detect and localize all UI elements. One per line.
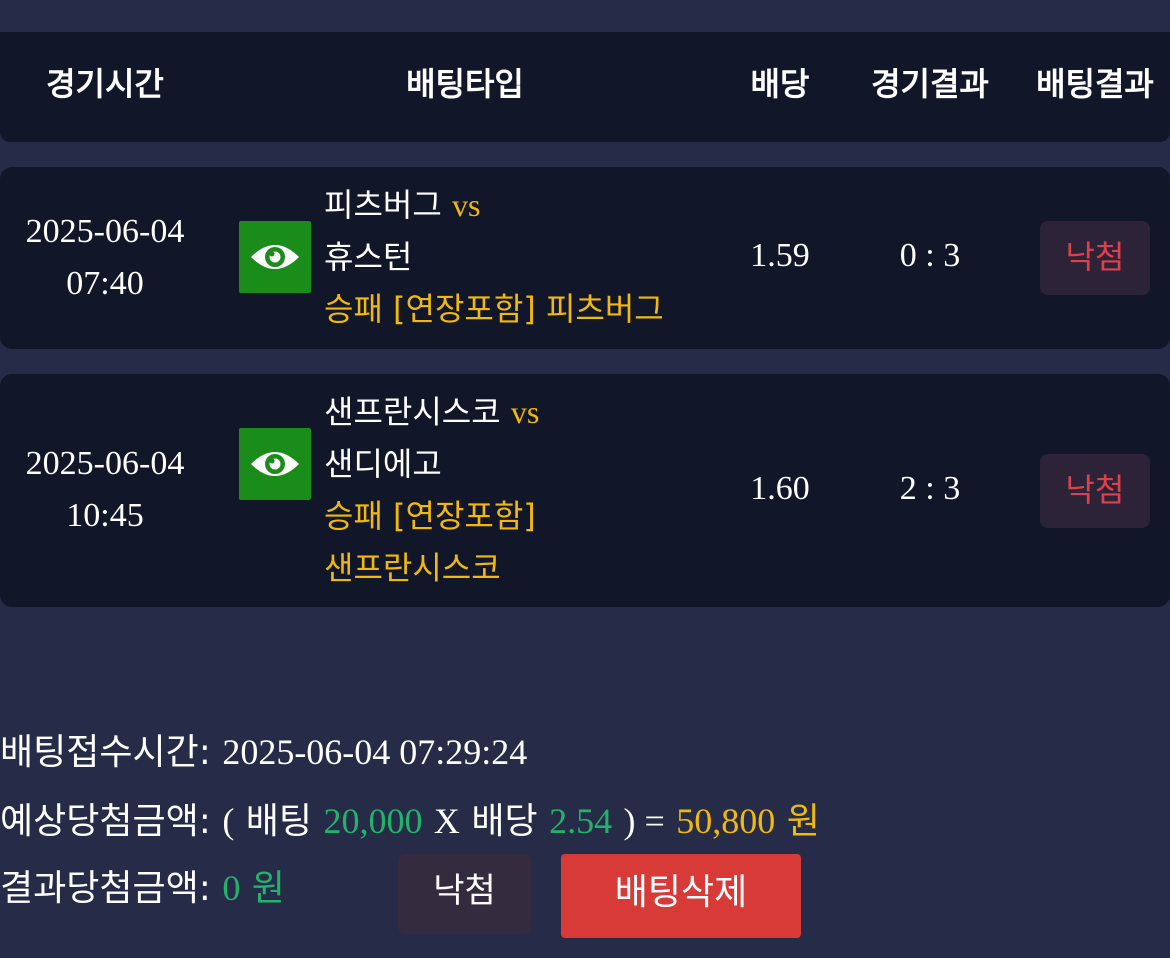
vs-label: vs: [451, 187, 481, 223]
bet-details: 샌프란시스코 vs 샌디에고 승패 [연장포함] 샌프란시스코: [324, 386, 539, 594]
match-time: 2025-06-04 10:45: [0, 438, 210, 542]
pick-team: 샌프란시스코: [324, 549, 501, 587]
result-amount: 0: [222, 868, 241, 908]
match-score: 2 : 3: [899, 470, 961, 507]
match-clock: 10:45: [66, 497, 144, 534]
expected-currency: 원: [786, 801, 820, 842]
times-sign: X: [433, 801, 460, 841]
header-time: 경기시간: [46, 65, 164, 103]
bet-pick: 승패 [연장포함] 피츠버그: [324, 283, 664, 335]
bet-details: 피츠버그 vs 휴스턴 승패 [연장포함] 피츠버그: [324, 179, 664, 335]
bet-word: 배팅: [245, 801, 313, 842]
result-currency: 원: [251, 868, 285, 909]
eye-icon: [251, 452, 299, 476]
bet-time-label: 배팅접수시간: [0, 732, 199, 773]
table-header: 경기시간 배팅타입 배당 경기결과 배팅결과: [0, 32, 1170, 142]
match-time: 2025-06-04 07:40: [0, 206, 210, 310]
pick-market: 승패 [연장포함]: [324, 290, 536, 328]
header-bet-result: 배팅결과: [1036, 65, 1154, 103]
away-team: 휴스턴: [324, 238, 413, 276]
bet-odds: 1.60: [750, 470, 810, 507]
match-clock: 07:40: [66, 265, 144, 302]
pick-team: 피츠버그: [545, 290, 664, 328]
result-label: 결과당첨금액: [0, 868, 199, 909]
home-team: 샌프란시스코: [324, 393, 501, 431]
bet-amount: 20,000: [323, 801, 423, 841]
bet-row: 2025-06-04 10:45 샌프란시스코 vs 샌디에고 승패 [연장포함…: [0, 374, 1170, 607]
result-win-line: 결과당첨금액: 0 원: [0, 868, 285, 909]
away-team: 샌디에고: [324, 445, 442, 483]
match-date: 2025-06-04: [25, 213, 185, 250]
bet-odds: 1.59: [750, 237, 810, 274]
header-bet-type: 배팅타입: [406, 65, 524, 103]
expected-win-line: 예상당첨금액: ( 배팅 20,000 X 배당 2.54 ) = 50,800…: [0, 801, 820, 842]
total-odds: 2.54: [549, 801, 613, 841]
bet-time-line: 배팅접수시간: 2025-06-04 07:29:24: [0, 732, 528, 773]
header-odds: 배당: [750, 65, 810, 103]
bet-slip-page: 경기시간 배팅타입 배당 경기결과 배팅결과 2025-06-04 07:40 …: [0, 0, 1170, 958]
bet-row: 2025-06-04 07:40 피츠버그 vs 휴스턴 승패 [연장포함] 피…: [0, 167, 1170, 349]
eye-icon: [251, 245, 299, 269]
header-match-result: 경기결과: [871, 65, 989, 103]
view-match-button[interactable]: [239, 428, 311, 500]
bet-time-value: 2025-06-04 07:29:24: [222, 732, 528, 772]
home-team: 피츠버그: [324, 186, 442, 224]
open-paren: (: [222, 801, 235, 841]
close-eq: ) =: [623, 801, 665, 841]
vs-label: vs: [510, 394, 540, 430]
expected-label: 예상당첨금액: [0, 801, 199, 842]
odds-word: 배당: [471, 801, 538, 842]
bet-result-badge: 낙첨: [1040, 454, 1150, 528]
match-date: 2025-06-04: [25, 445, 185, 482]
bet-status-button[interactable]: 낙첨: [398, 854, 531, 934]
delete-bet-button[interactable]: 배팅삭제: [561, 854, 801, 938]
view-match-button[interactable]: [239, 221, 311, 293]
expected-amount: 50,800: [676, 801, 776, 841]
bet-result-badge: 낙첨: [1040, 221, 1150, 295]
pick-market: 승패 [연장포함]: [324, 497, 536, 535]
match-score: 0 : 3: [899, 237, 961, 274]
